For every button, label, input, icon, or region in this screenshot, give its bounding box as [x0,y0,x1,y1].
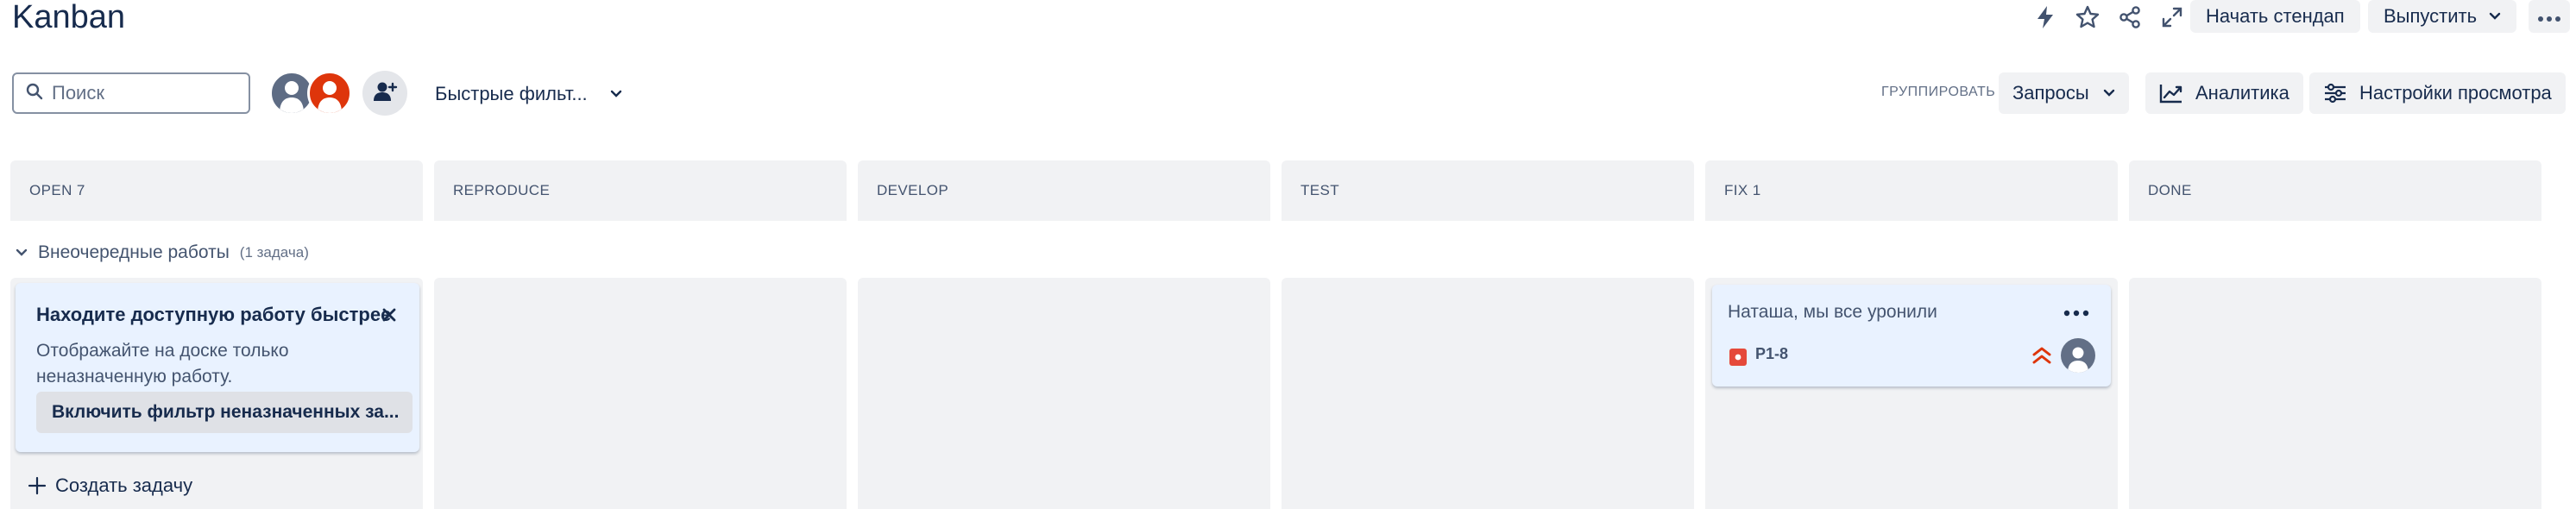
search-field[interactable] [12,72,250,114]
column-header-fix[interactable]: FIX 1 [1705,160,2118,221]
create-task-button[interactable]: Создать задачу [28,473,192,499]
settings-sliders-icon [2323,83,2347,104]
group-by-dropdown[interactable]: Запросы [1999,72,2129,114]
tip-title: Находите доступную работу быстрее [36,304,392,325]
chart-trend-icon [2159,83,2183,104]
start-standup-label: Начать стендап [2206,5,2345,27]
chevron-down-icon [610,90,622,98]
group-by-value: Запросы [2012,82,2089,104]
create-task-label: Создать задачу [55,474,193,496]
bug-icon [1729,349,1747,366]
view-settings-button[interactable]: Настройки просмотра [2309,72,2566,114]
more-button[interactable] [2529,0,2570,33]
issue-summary: Наташа, мы все уронили [1728,302,1937,322]
column-header-done[interactable]: DONE [2129,160,2541,221]
priority-high-icon [2031,343,2052,368]
swimlane-title: Внеочередные работы [38,242,230,262]
star-icon[interactable] [2072,2,2103,33]
column-title: DEVELOP [877,182,949,198]
column-header-open[interactable]: OPEN 7 [10,160,423,221]
unassigned-work-tip: Находите доступную работу быстрее Отобра… [16,283,419,452]
expand-icon[interactable] [2157,2,2188,33]
search-input[interactable] [52,82,242,104]
avatar[interactable] [307,71,352,116]
release-label: Выпустить [2384,5,2478,27]
column-title: REPRODUCE [453,182,551,198]
analytics-label: Аналитика [2195,82,2289,104]
more-icon [2537,5,2561,28]
column-title: DONE [2148,182,2192,198]
release-button[interactable]: Выпустить [2368,0,2517,33]
share-icon[interactable] [2114,2,2145,33]
more-icon[interactable] [2059,302,2094,324]
start-standup-button[interactable]: Начать стендап [2190,0,2360,33]
tip-text: Отображайте на доске только неназначенну… [36,341,289,386]
chevron-down-icon [2489,12,2501,21]
swimlane-header[interactable]: Внеочередные работы (1 задача) [16,240,309,266]
column-body-develop [858,278,1270,509]
column-header-test[interactable]: TEST [1282,160,1694,221]
column-title: TEST [1301,182,1340,198]
chevron-down-icon [16,248,28,257]
column-title: FIX 1 [1724,182,1761,198]
column-header-reproduce[interactable]: REPRODUCE [434,160,847,221]
quick-filters-dropdown[interactable]: Быстрые фильт... [421,74,636,114]
close-icon[interactable] [376,302,402,328]
column-body-done [2129,278,2541,509]
column-title: OPEN 7 [29,182,85,198]
lightning-icon[interactable] [2030,2,2061,33]
chevron-down-icon [2103,89,2115,97]
quick-filters-label: Быстрые фильт... [435,83,588,104]
column-body-reproduce [434,278,847,509]
group-by-label: ГРУППИРОВАТЬ [1881,85,1996,99]
enable-unassigned-filter-button[interactable]: Включить фильтр неназначенных за... [36,392,413,433]
search-icon [26,83,43,104]
issue-key[interactable]: P1-8 [1755,345,1788,363]
issue-card[interactable]: Наташа, мы все уронили P1-8 [1712,285,2111,386]
assignee-avatar[interactable] [2061,338,2095,373]
add-person-icon [372,79,398,109]
plus-icon [28,476,47,495]
add-people-button[interactable] [362,71,407,116]
swimlane-count: (1 задача) [239,244,309,261]
column-header-develop[interactable]: DEVELOP [858,160,1270,221]
column-body-test [1282,278,1694,509]
analytics-button[interactable]: Аналитика [2145,72,2303,114]
view-settings-label: Настройки просмотра [2359,82,2552,104]
page-title: Kanban [12,0,126,35]
